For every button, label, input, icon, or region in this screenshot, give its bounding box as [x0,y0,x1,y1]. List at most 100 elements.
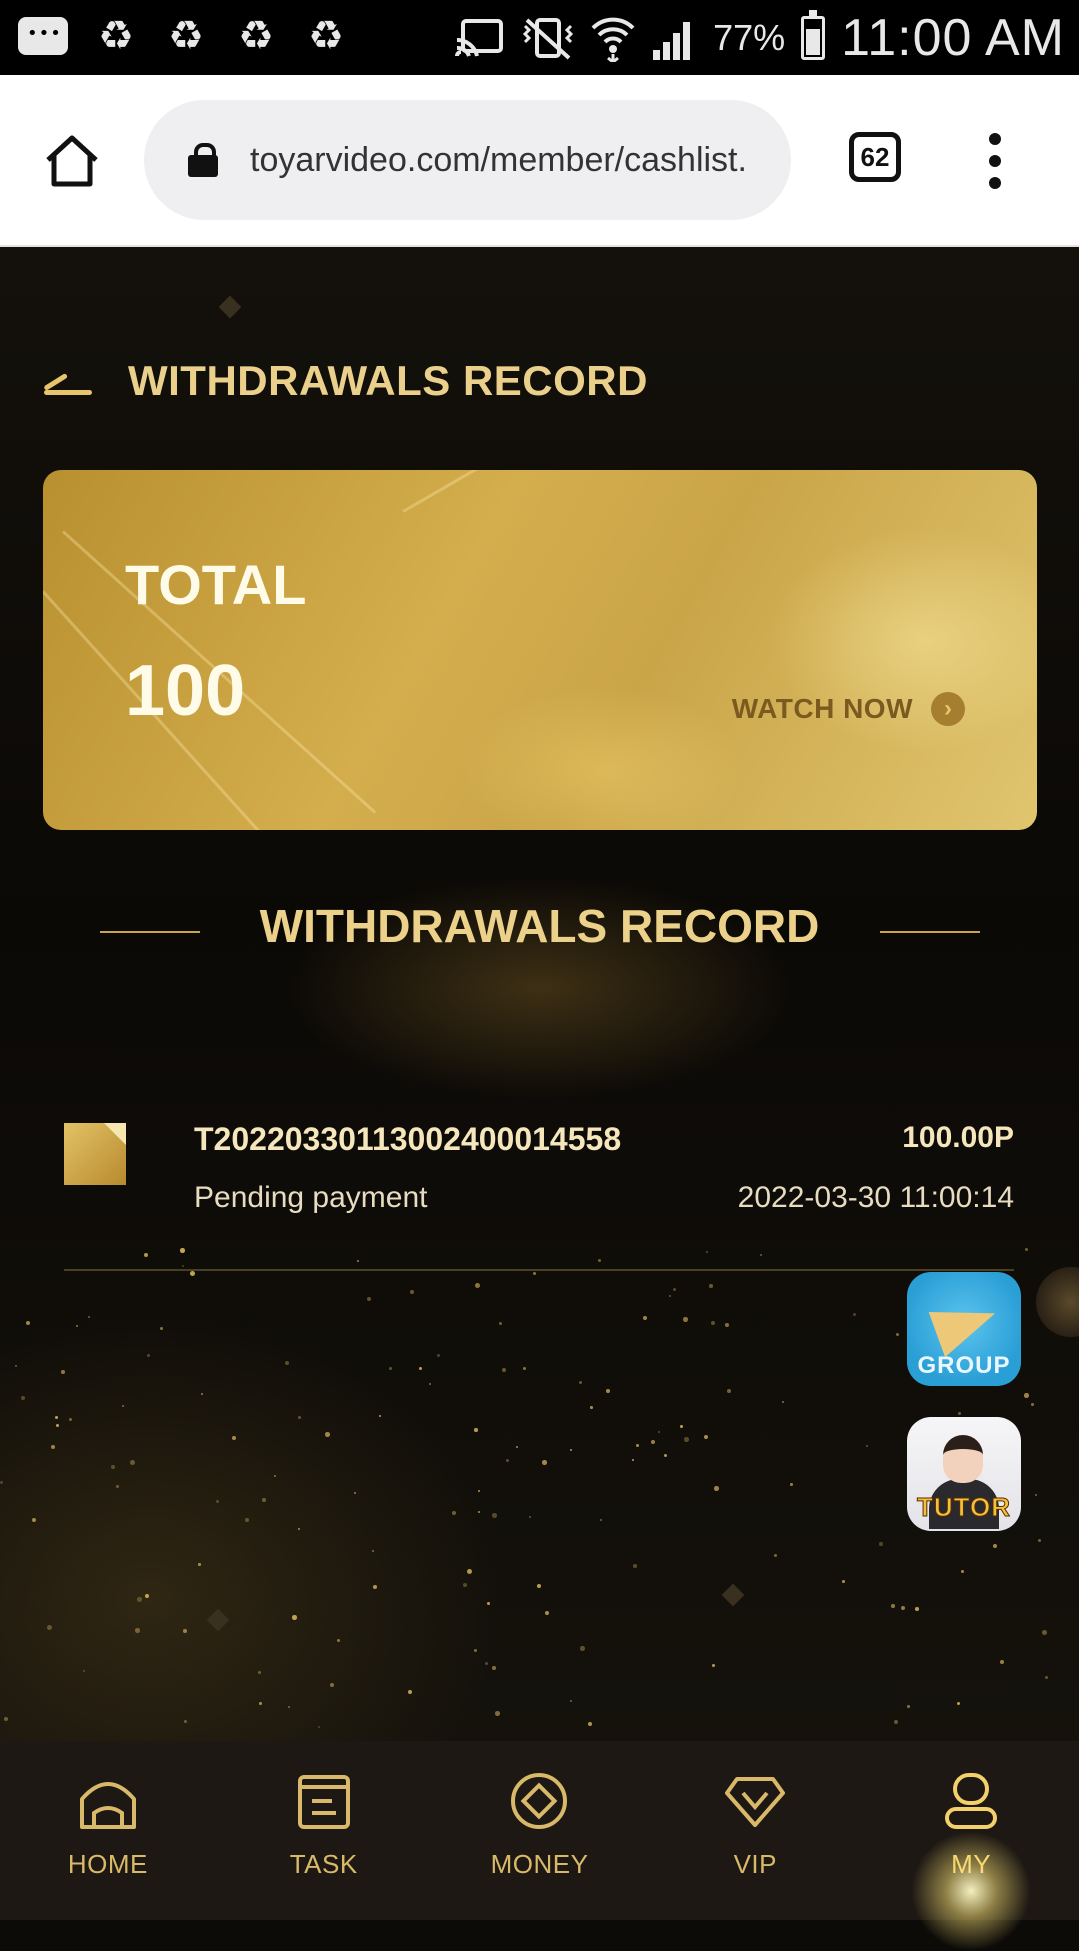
total-label: TOTAL [125,553,307,616]
tutor-button[interactable]: TUTOR [907,1417,1021,1531]
back-arrow-icon[interactable] [40,363,92,399]
sparkle-decor [658,1431,661,1434]
sparkle-decor [580,1646,585,1651]
sparkle-decor [842,1580,845,1583]
recycle-icon: ♻ [168,13,204,59]
sparkle-decor [47,1625,52,1630]
sparkle-decor [357,1260,360,1263]
sparkle-decor [1045,1676,1048,1679]
sparkle-decor [709,1284,713,1288]
sparkle-decor [232,1436,237,1441]
active-glow [911,1831,1032,1951]
record-divider [64,1269,1014,1271]
sparkle-decor [542,1460,547,1465]
sparkle-decor [1000,1660,1005,1665]
side-decoration [1036,1267,1079,1337]
sparkle-decor [83,1670,86,1673]
chevron-right-icon: › [931,692,965,726]
sparkle-decor [600,1519,603,1522]
sparkle-decor [285,1361,290,1366]
browser-home-icon[interactable] [42,130,102,190]
sparkle-decor [915,1607,919,1611]
sparkle-decor [437,1354,441,1358]
tutor-label: TUTOR [916,1492,1012,1523]
battery-icon [801,10,826,60]
sparkle-decor [590,1406,593,1409]
nav-label-home: HOME [67,1849,148,1879]
sparkle-decor [330,1683,334,1687]
sparkle-decor [410,1290,414,1294]
sparkle-decor [706,1251,709,1254]
messages-icon [18,17,68,55]
record-row[interactable]: T20220330113002400014558 Pending payment… [64,1107,1014,1214]
sparkle-decor [588,1722,592,1726]
sparkle-decor [298,1416,301,1419]
sparkle-decor [69,1418,72,1421]
sparkle-decor [651,1440,656,1445]
sparkle-decor [632,1459,635,1462]
watch-now-button[interactable]: WATCH NOW › [732,692,965,726]
sparkle-decor [907,1705,911,1709]
task-icon [297,1775,350,1829]
nav-item-home[interactable]: HOME [0,1741,216,1920]
sparkle-decor [502,1368,507,1373]
sparkle-decor [714,1486,719,1491]
sparkle-decor [866,1445,869,1448]
sparkle-decor [993,1544,998,1549]
url-text[interactable]: toyarvideo.com/member/cashlist. [250,141,770,180]
sparkle-decor [636,1444,639,1447]
nav-item-task[interactable]: TASK [216,1741,432,1920]
wifi-icon [591,17,635,62]
sparkle-decor [523,1367,527,1371]
record-icon [64,1123,126,1185]
decor-diamond [721,1583,745,1607]
group-label: GROUP [917,1352,1011,1379]
sparkle-decor [184,1720,188,1724]
sparkle-decor [325,1432,330,1437]
sparkle-decor [704,1435,709,1440]
browser-menu-icon[interactable] [980,133,1010,189]
sparkle-decor [147,1354,151,1358]
sparkle-decor [452,1511,456,1515]
lock-icon [188,143,218,177]
nav-label-task: TASK [289,1849,358,1879]
watch-now-label: WATCH NOW [731,693,913,724]
sparkle-decor [957,1702,961,1706]
sparkle-decor [182,1265,185,1268]
sparkle-decor [725,1323,729,1327]
sparkle-decor [879,1542,883,1546]
sparkle-decor [891,1604,895,1608]
sparkle-decor [389,1367,392,1370]
sparkle-decor [896,1333,899,1336]
sparkle-decor [958,1412,961,1415]
sparkle-decor [55,1416,58,1419]
sparkle-decor [1042,1630,1047,1635]
sparkle-decor [475,1283,480,1288]
group-button[interactable]: GROUP [907,1272,1021,1386]
sparkle-decor [190,1271,195,1276]
nav-item-vip[interactable]: VIP [647,1741,863,1920]
sparkle-decor [262,1498,266,1502]
address-bar[interactable]: toyarvideo.com/member/cashlist. [144,100,791,220]
sparkle-decor [288,1706,290,1708]
nav-item-my[interactable]: MY [863,1741,1079,1951]
sparkle-decor [537,1584,542,1589]
record-time: 2022-03-30 11:00:14 [737,1181,1014,1214]
sparkle-decor [183,1629,187,1633]
tab-switcher-button[interactable]: 62 [849,132,901,182]
sparkle-decor [506,1459,510,1463]
sparkle-decor [492,1513,497,1518]
nav-label-vip: VIP [733,1849,777,1879]
sparkle-decor [367,1297,372,1302]
sparkle-decor [122,1405,125,1408]
sparkle-decor [487,1602,490,1605]
sparkle-decor [467,1569,472,1574]
tutor-face [943,1435,983,1483]
page-content: WITHDRAWALS RECORD TOTAL 100 WATCH NOW ›… [0,247,1079,1741]
sparkle-decor [901,1606,906,1611]
sparkle-decor [782,1401,785,1404]
sparkle-decor [1024,1393,1029,1398]
nav-item-money[interactable]: MONEY [432,1741,648,1920]
sparkle-decor [683,1317,688,1322]
record-amount: 100.00P [902,1121,1014,1154]
